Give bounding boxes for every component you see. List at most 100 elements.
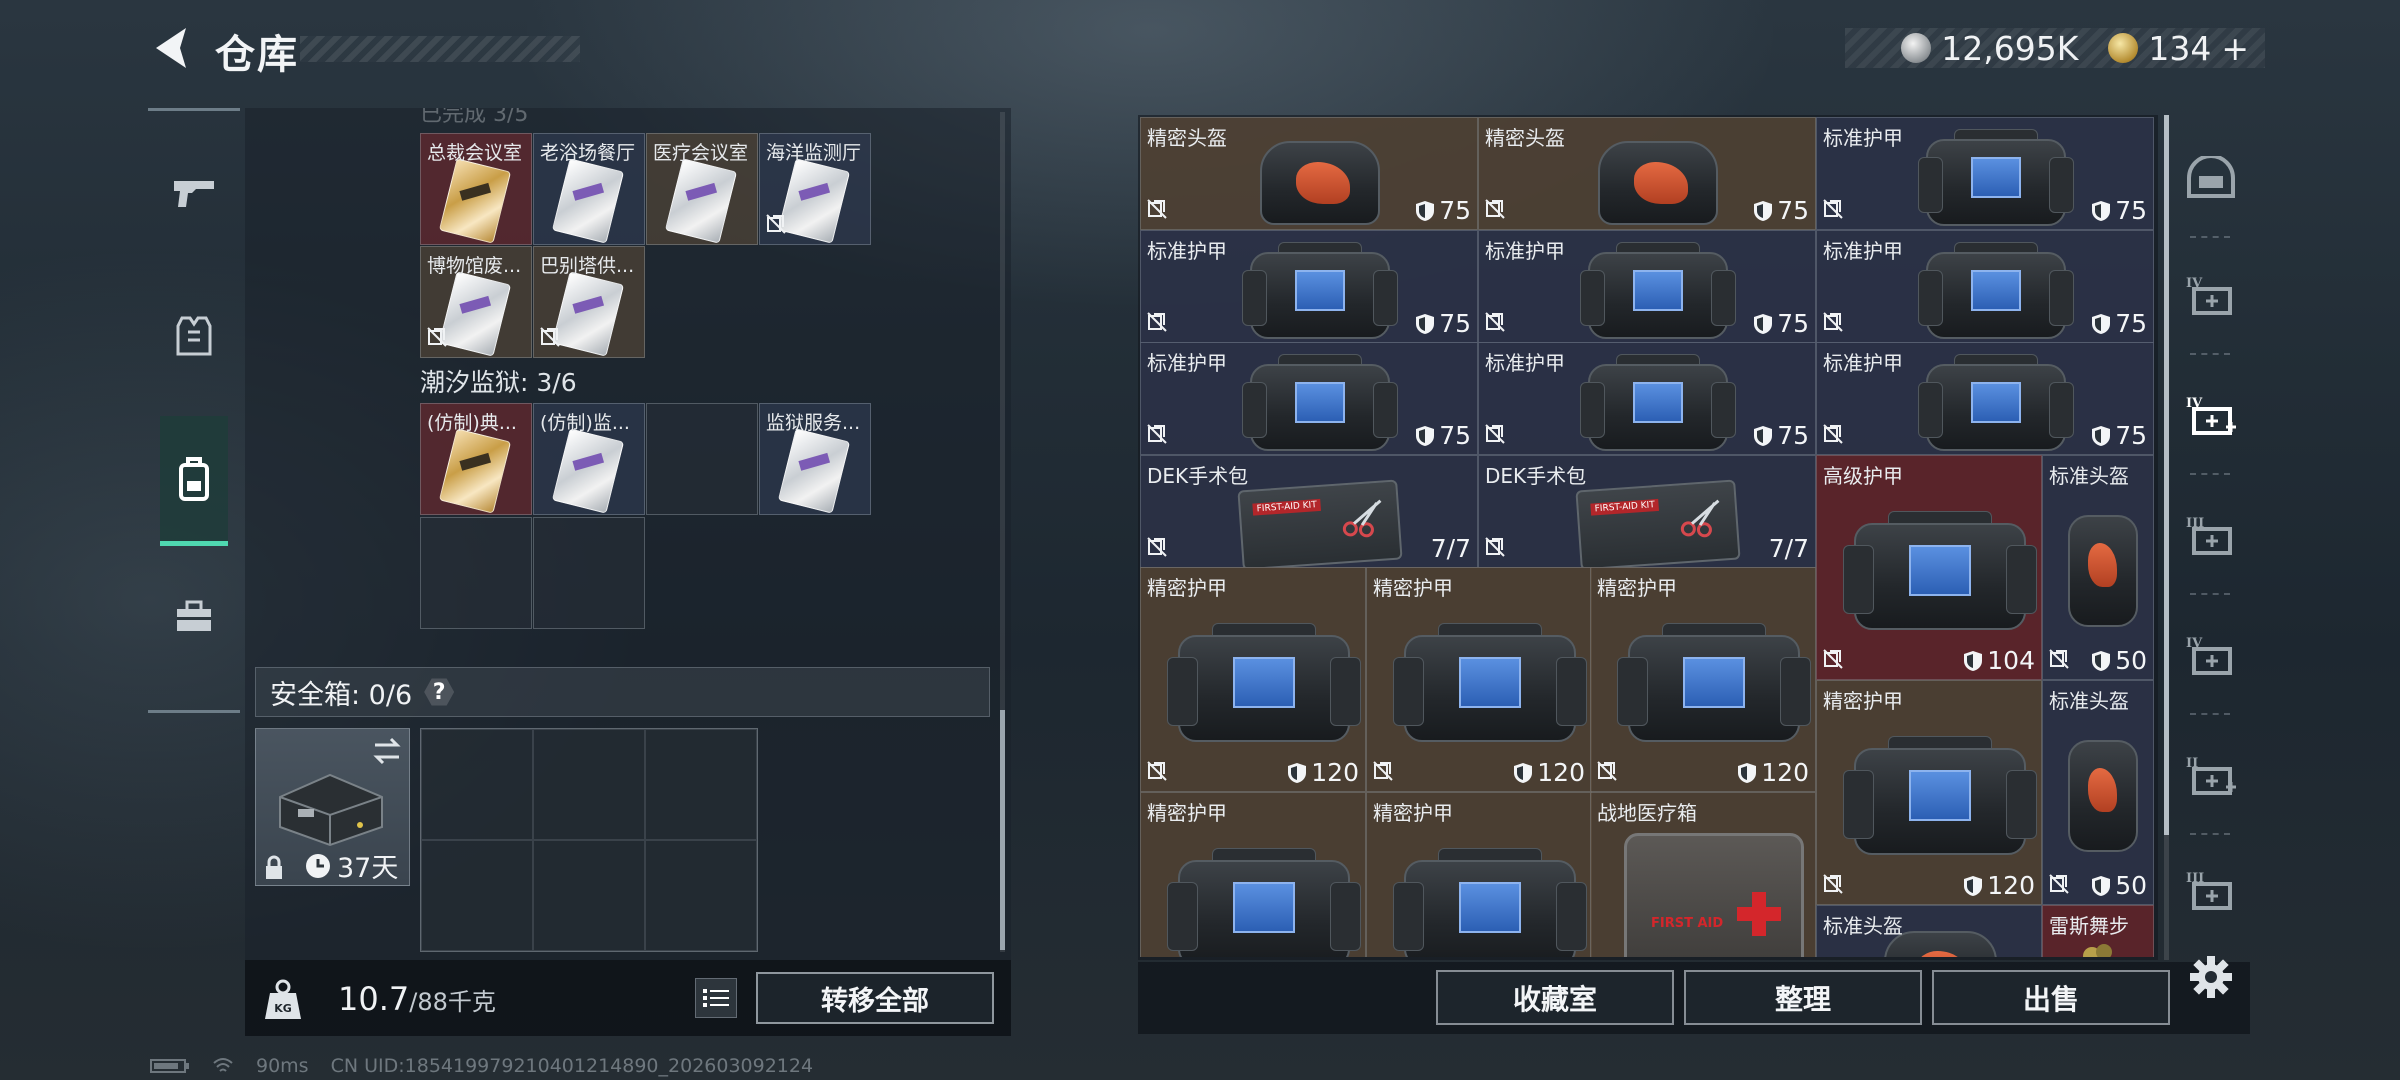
safebox-grid[interactable]: [420, 728, 758, 952]
keycard-group-cut-title: 已完成 3/5: [420, 102, 529, 127]
safebox-slot[interactable]: [533, 840, 645, 951]
inventory-item[interactable]: 精密护甲 120: [1366, 567, 1592, 792]
shield-icon: [2092, 650, 2111, 671]
no-transfer-icon: [540, 327, 560, 347]
no-transfer-icon: [427, 327, 447, 347]
safebox-slot[interactable]: [533, 729, 645, 840]
no-transfer-icon: [1823, 874, 1843, 894]
collection-room-button[interactable]: 收藏室: [1436, 970, 1674, 1025]
safebox-case-icon: [279, 773, 383, 847]
iv-armor-button[interactable]: IV: [2180, 625, 2242, 687]
iii-case-button[interactable]: III: [2180, 505, 2242, 567]
keycard-empty-slot[interactable]: [646, 403, 758, 515]
inventory-item[interactable]: 标准护甲 75: [1478, 230, 1816, 343]
shield-icon: [1416, 200, 1435, 221]
sell-button[interactable]: 出售: [1932, 970, 2170, 1025]
nav-tools[interactable]: [160, 551, 228, 681]
safebox-slot[interactable]: [645, 729, 757, 840]
sidebar-divider: [2190, 833, 2230, 835]
iv-case-button[interactable]: IV: [2180, 265, 2242, 327]
keycard-item[interactable]: 老浴场餐厅: [533, 133, 645, 245]
inventory-item[interactable]: 高级护甲 104: [1816, 455, 2042, 680]
stash-scrollbar-thumb[interactable]: [1000, 710, 1005, 950]
inventory-item[interactable]: 标准头盔 50: [2042, 455, 2154, 680]
inventory-item[interactable]: 标准头盔 50: [2042, 680, 2154, 905]
clock-icon: [306, 853, 330, 878]
safebox-slot[interactable]: [645, 840, 757, 951]
iii-armor-button[interactable]: III: [2180, 860, 2242, 922]
item-name: 精密护甲: [1147, 801, 1227, 825]
no-transfer-icon: [2049, 649, 2069, 669]
helmet-slot-button[interactable]: [2180, 148, 2242, 210]
inventory-item[interactable]: 标准护甲 75: [1816, 230, 2154, 343]
nav-backpack[interactable]: [160, 416, 228, 546]
add-currency-button[interactable]: +: [2221, 29, 2249, 68]
safebox-help-button[interactable]: ?: [424, 678, 455, 706]
iii-armor-icon: III: [2186, 871, 2232, 910]
keycard-empty-slot[interactable]: [533, 517, 645, 629]
keycard-item[interactable]: 医疗会议室: [646, 133, 758, 245]
ii-medkit-button[interactable]: II: [2180, 745, 2242, 807]
organize-button[interactable]: 整理: [1684, 970, 1922, 1025]
back-arrow-icon: [156, 28, 186, 68]
safebox-slot[interactable]: [421, 729, 533, 840]
item-name: DEK手术包: [1147, 464, 1249, 488]
armor-vest-icon: [1843, 735, 2037, 855]
svg-text:KG: KG: [274, 1002, 292, 1015]
inventory-item[interactable]: 标准护甲 75: [1140, 342, 1478, 455]
inventory-scrollbar-thumb[interactable]: [2164, 115, 2169, 835]
inventory-item[interactable]: FIRST-AID KIT DEK手术包 7/7: [1140, 455, 1478, 568]
item-value: 120: [1513, 758, 1585, 787]
armor-vest-icon: [1167, 847, 1361, 957]
keycard-label: 海洋监测厅: [766, 142, 862, 164]
shield-icon: [1514, 762, 1533, 783]
sidebar-divider: [2190, 353, 2230, 355]
inventory-item[interactable]: 精密头盔 75: [1478, 117, 1816, 230]
inventory-item[interactable]: FIRST-AID KIT DEK手术包 7/7: [1478, 455, 1816, 568]
settings-button[interactable]: [2186, 952, 2236, 1002]
nav-weapons[interactable]: [160, 129, 228, 259]
gold-coin-icon: [2108, 33, 2139, 63]
iii-case-icon: III: [2186, 516, 2232, 555]
back-button[interactable]: [150, 25, 194, 71]
armor-vest-icon: [1579, 354, 1737, 451]
inventory-item[interactable]: 标准护甲 75: [1140, 230, 1478, 343]
inventory-item[interactable]: 标准头盔: [1816, 905, 2042, 957]
weight-icon: KG: [262, 977, 304, 1021]
keycard-item[interactable]: 监狱服务...: [759, 403, 871, 515]
keycard-item[interactable]: (仿制)典...: [420, 403, 532, 515]
gold-currency-value: 134: [2148, 28, 2212, 68]
inventory-item[interactable]: 标准护甲 75: [1478, 342, 1816, 455]
item-value: 7/7: [1768, 534, 1809, 563]
inventory-item[interactable]: FIRST AID 战地医疗箱: [1590, 792, 1816, 957]
silver-coin-icon: [1901, 33, 1932, 63]
iv-medkit-button[interactable]: IV: [2180, 385, 2242, 447]
inventory-item[interactable]: 精密头盔 75: [1140, 117, 1478, 230]
inventory-item[interactable]: 精密护甲: [1140, 792, 1366, 957]
inventory-item[interactable]: 精密护甲: [1366, 792, 1592, 957]
transfer-all-button[interactable]: 转移全部: [756, 972, 994, 1024]
sidebar-divider: [2190, 236, 2230, 238]
item-name: 标准护甲: [1485, 351, 1565, 375]
helmet-slot-icon: [2187, 156, 2235, 198]
nav-armor[interactable]: [160, 271, 228, 401]
shield-icon: [1754, 200, 1773, 221]
keycard-icon: [551, 158, 625, 244]
keycard-item[interactable]: 博物馆废...: [420, 246, 532, 358]
inventory-item[interactable]: 标准护甲 75: [1816, 117, 2154, 230]
safebox-slot[interactable]: [421, 840, 533, 951]
ping-value: 90ms: [256, 1055, 309, 1077]
keycard-label: 巴别塔供...: [540, 255, 635, 277]
keycard-item[interactable]: 总裁会议室: [420, 133, 532, 245]
inventory-item[interactable]: 精密护甲 120: [1140, 567, 1366, 792]
keycard-empty-slot[interactable]: [420, 517, 532, 629]
keycard-item[interactable]: 巴别塔供...: [533, 246, 645, 358]
keycard-item[interactable]: (仿制)监...: [533, 403, 645, 515]
list-view-button[interactable]: [695, 978, 737, 1018]
inventory-item[interactable]: 雷斯舞步: [2042, 905, 2154, 957]
inventory-item[interactable]: 精密护甲 120: [1816, 680, 2042, 905]
inventory-item[interactable]: 精密护甲 120: [1590, 567, 1816, 792]
inventory-item[interactable]: 标准护甲 75: [1816, 342, 2154, 455]
shield-icon: [1416, 425, 1435, 446]
keycard-item[interactable]: 海洋监测厅: [759, 133, 871, 245]
